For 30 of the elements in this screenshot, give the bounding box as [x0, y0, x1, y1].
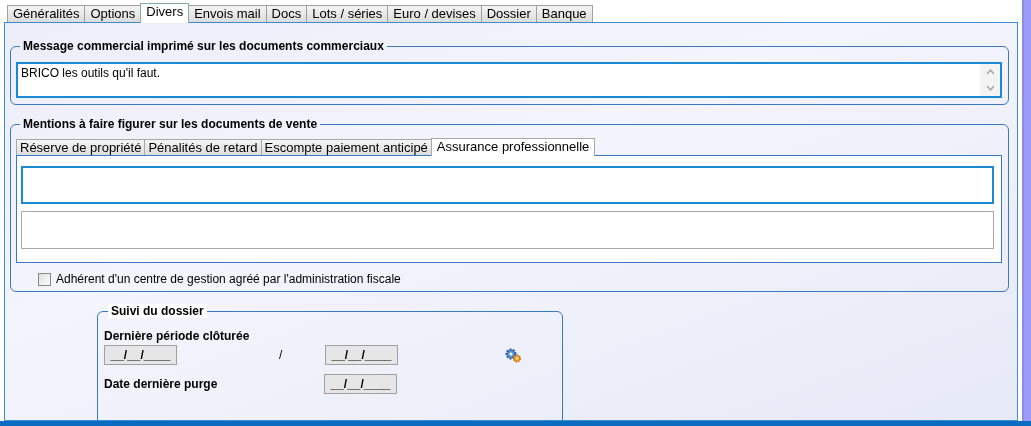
date-field[interactable]: __/__/____	[325, 345, 398, 365]
date-field[interactable]: __/__/____	[104, 345, 177, 365]
separator-text: /	[279, 347, 284, 364]
checkbox-label: Adhérent d'un centre de gestion agréé par l'administration fiscale	[56, 271, 401, 288]
tab[interactable]: Réserve de propriété	[16, 139, 146, 155]
tab[interactable]: Lots / séries	[306, 5, 389, 22]
tab[interactable]: Dossier	[480, 5, 537, 22]
tab[interactable]: Escompte paiement anticipé	[260, 139, 432, 155]
group-title: Suivi du dossier	[108, 304, 207, 318]
field-label: Date dernière purge	[104, 377, 219, 391]
gears-icon[interactable]	[505, 347, 522, 363]
tab[interactable]: Assurance professionnelle	[430, 138, 596, 156]
group-title: Mentions à faire figurer sur les documents de vente	[22, 117, 319, 131]
tab[interactable]: Euro / devises	[387, 5, 482, 22]
scroll-down-icon[interactable]	[985, 85, 995, 91]
field-label: Dernière période clôturée	[104, 329, 251, 343]
mention-field[interactable]	[21, 166, 994, 204]
group-title: Message commercial imprimé sur les documents commerciaux	[22, 39, 385, 53]
mention-field[interactable]	[21, 211, 994, 249]
scroll-up-icon[interactable]	[985, 69, 995, 75]
tab[interactable]: Banque	[535, 5, 593, 22]
message-field[interactable]: BRICO les outils qu'il faut.	[16, 62, 1002, 98]
tab[interactable]: Pénalités de retard	[144, 139, 262, 155]
tab[interactable]: Divers	[140, 3, 190, 23]
tab[interactable]: Docs	[265, 5, 308, 22]
tab[interactable]: Options	[84, 5, 142, 22]
tab[interactable]: Généralités	[7, 5, 86, 22]
checkbox[interactable]	[38, 272, 51, 286]
tab[interactable]: Envois mail	[188, 5, 267, 22]
date-field[interactable]: __/__/____	[324, 374, 397, 394]
